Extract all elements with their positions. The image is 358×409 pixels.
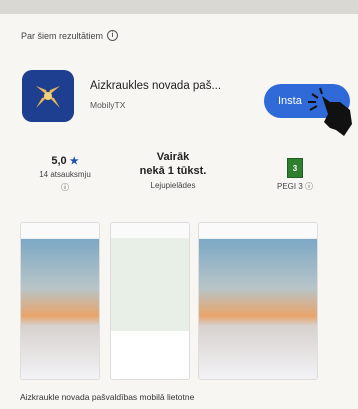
app-icon[interactable] — [22, 70, 74, 122]
map-image — [111, 239, 189, 331]
pegi-badge-text: 3 — [292, 163, 298, 173]
pegi-stat[interactable]: 3 PEGI 3 ⓘ — [250, 158, 340, 192]
info-icon[interactable]: i — [107, 30, 119, 41]
rating-stat[interactable]: 5,0 ★ 14 atsauksmju ⓘ — [20, 155, 110, 193]
screenshots-caption: Aizkraukle novada pašvaldības mobilā lie… — [20, 392, 195, 402]
coat-of-arms-icon — [36, 86, 60, 108]
screenshot-header — [111, 223, 189, 239]
rating-value: 5,0 — [51, 155, 67, 167]
hand-cursor-icon — [308, 87, 352, 136]
app-stats: 5,0 ★ 14 atsauksmju ⓘ Vairāk nekā 1 tūks… — [0, 150, 358, 210]
app-developer[interactable]: MobilyTX — [90, 100, 125, 110]
screenshot-2[interactable] — [110, 222, 190, 380]
screenshot-panel — [111, 331, 189, 379]
pegi-badge-icon: 3 — [287, 158, 303, 178]
results-info-label: Par šiem rezultātiem — [21, 30, 104, 41]
app-title[interactable]: Aizkraukles novada paš... — [90, 80, 221, 92]
downloads-line1: Vairāk — [156, 151, 190, 163]
screenshot-header — [199, 223, 317, 239]
top-strip — [0, 0, 358, 14]
downloads-label: Lejupielādes — [150, 181, 196, 190]
info-icon[interactable]: ⓘ — [305, 182, 313, 191]
star-icon: ★ — [69, 156, 79, 167]
pegi-label-text: PEGI 3 — [276, 182, 303, 191]
info-icon[interactable]: ⓘ — [20, 182, 110, 193]
pegi-label: PEGI 3 ⓘ — [250, 181, 340, 192]
screenshot-header — [21, 223, 99, 239]
screenshot-3[interactable] — [198, 222, 318, 380]
reviews-label: 14 atsauksmju — [39, 170, 91, 179]
install-button-label: Insta — [278, 95, 302, 107]
downloads-stat: Vairāk nekā 1 tūkst. Lejupielādes — [118, 150, 228, 190]
screenshot-1[interactable] — [20, 222, 100, 380]
screenshot-image — [21, 239, 99, 379]
screenshot-image — [199, 239, 317, 379]
downloads-line2: nekā 1 tūkst. — [139, 165, 207, 177]
results-info-header[interactable]: Par šiem rezultātiem i — [21, 30, 119, 41]
